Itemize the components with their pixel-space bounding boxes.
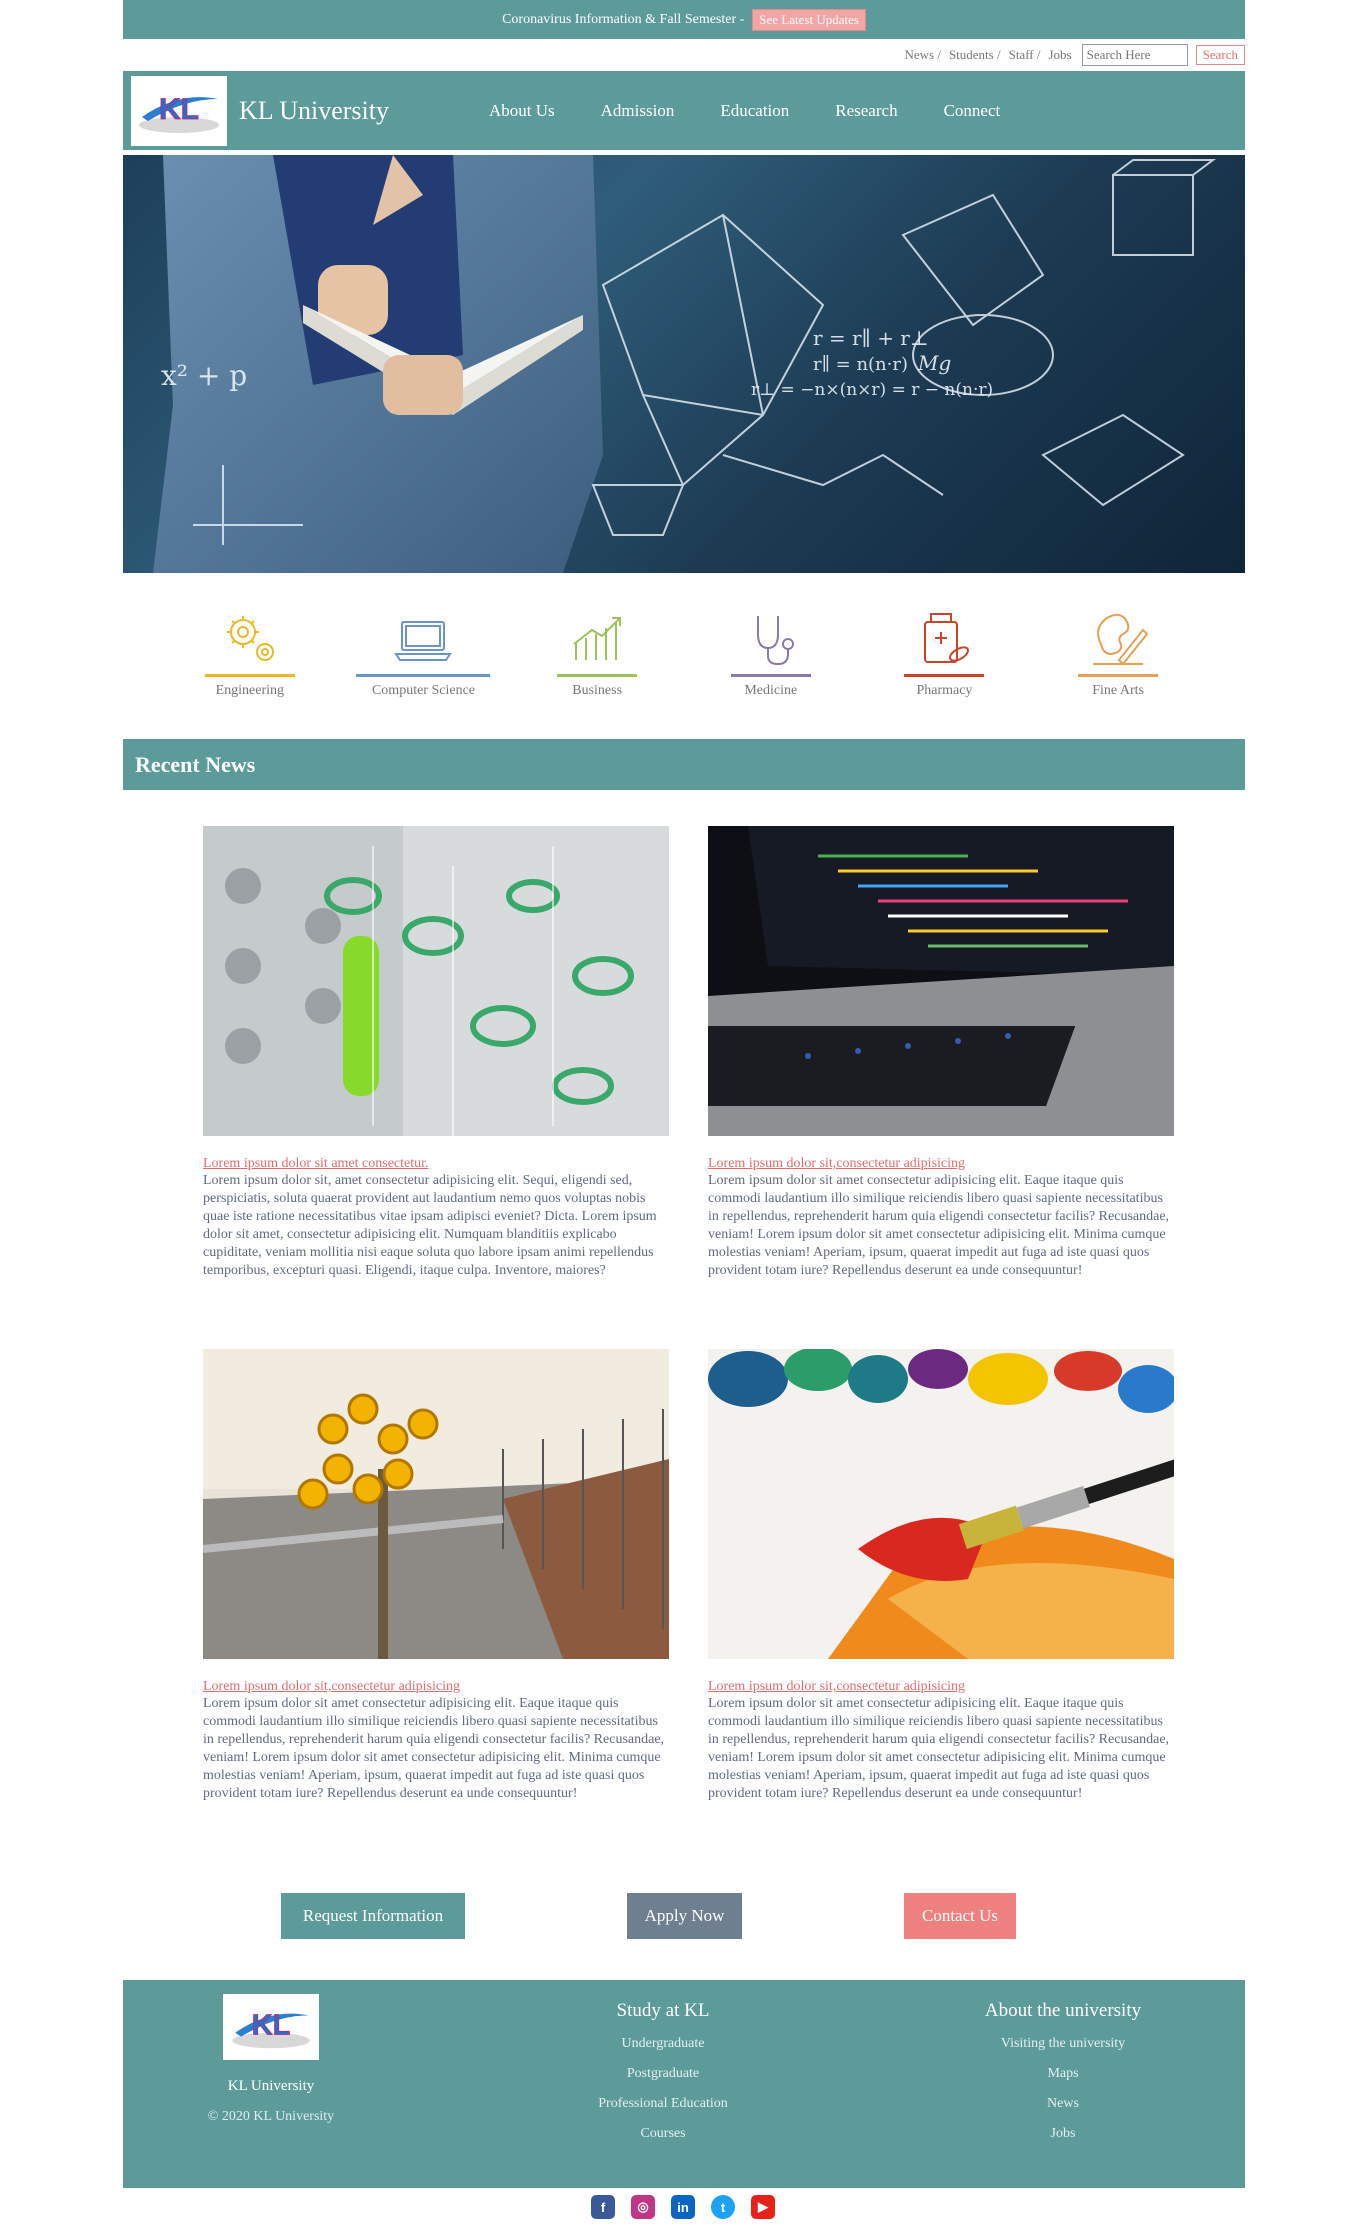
stethoscope-icon bbox=[756, 616, 794, 666]
footer-link-courses[interactable]: Courses bbox=[543, 2126, 783, 2142]
footer-brand-name: KL University bbox=[227, 2078, 315, 2094]
search-input[interactable] bbox=[1081, 44, 1188, 66]
category-underline bbox=[356, 674, 491, 677]
twitter-icon[interactable]: t bbox=[711, 2195, 735, 2219]
footer-link-postgraduate[interactable]: Postgraduate bbox=[543, 2066, 783, 2082]
news-body: Lorem ipsum dolor sit, amet consectetur … bbox=[203, 1173, 657, 1278]
palette-brush-icon bbox=[1093, 613, 1149, 666]
request-information-button[interactable]: Request Information bbox=[281, 1893, 465, 1939]
latest-updates-link[interactable]: See Latest Updates bbox=[752, 8, 866, 31]
category-label: Pharmacy bbox=[916, 683, 973, 698]
utility-bar: News / Students / Staff / Jobs Search bbox=[123, 40, 1245, 70]
contact-us-button[interactable]: Contact Us bbox=[904, 1893, 1016, 1939]
nav-research[interactable]: Research bbox=[835, 101, 897, 121]
social-links: f ◎ in t ▶ bbox=[0, 2195, 1366, 2219]
footer-copyright: © 2020 KL University bbox=[207, 2109, 335, 2124]
category-label: Medicine bbox=[744, 683, 798, 698]
news-body: Lorem ipsum dolor sit amet consectetur a… bbox=[708, 1696, 1170, 1801]
category-business[interactable]: Business bbox=[532, 608, 662, 718]
footer-link-maps[interactable]: Maps bbox=[943, 2066, 1183, 2082]
news-body: Lorem ipsum dolor sit amet consectetur a… bbox=[708, 1173, 1170, 1278]
linkedin-icon[interactable]: in bbox=[671, 2195, 695, 2219]
gears-icon bbox=[226, 616, 274, 661]
news-image-road-lights[interactable] bbox=[203, 1349, 669, 1659]
hero-image: r = r∥ + r⊥ r∥ = n(n·r) r⊥ = −n×(n×r) = … bbox=[153, 155, 1216, 573]
primary-nav: About Us Admission Education Research Co… bbox=[489, 101, 1000, 121]
footer-study-heading: Study at KL bbox=[616, 2000, 710, 2021]
utility-link-staff[interactable]: Staff / bbox=[1009, 47, 1041, 63]
facebook-icon[interactable]: f bbox=[591, 2195, 615, 2219]
hero-formula-1: r = r∥ + r⊥ bbox=[813, 326, 929, 350]
growth-chart-icon bbox=[573, 617, 622, 660]
footer-study-column: Study at KL Undergraduate Postgraduate P… bbox=[543, 2000, 783, 2156]
category-label: Engineering bbox=[215, 683, 285, 698]
utility-link-news[interactable]: News / bbox=[904, 47, 940, 63]
hero-formula-3: r⊥ = −n×(n×r) = r − n(n·r) bbox=[751, 380, 993, 400]
footer: KL KL University © 2020 KL University St… bbox=[123, 1980, 1245, 2188]
hero-banner: r = r∥ + r⊥ r∥ = n(n·r) r⊥ = −n×(n×r) = … bbox=[123, 155, 1245, 573]
nav-admission[interactable]: Admission bbox=[601, 101, 675, 121]
category-label: Fine Arts bbox=[1092, 683, 1144, 698]
laptop-icon bbox=[394, 621, 453, 661]
news-card: Lorem ipsum dolor sit,consectetur adipis… bbox=[708, 826, 1174, 1280]
brand-name[interactable]: KL University bbox=[239, 96, 489, 126]
news-title[interactable]: Lorem ipsum dolor sit,consectetur adipis… bbox=[708, 1679, 1174, 1695]
category-fine-arts[interactable]: Fine Arts bbox=[1053, 608, 1183, 718]
hero-formula-2: r∥ = n(n·r) bbox=[813, 354, 908, 375]
hero-formula-4: x² + p bbox=[161, 359, 247, 392]
footer-link-undergraduate[interactable]: Undergraduate bbox=[543, 2036, 783, 2052]
category-underline bbox=[1078, 674, 1159, 677]
news-body: Lorem ipsum dolor sit amet consectetur a… bbox=[203, 1696, 665, 1801]
category-underline bbox=[557, 674, 638, 677]
category-row: Engineering Computer Science Business Me… bbox=[123, 608, 1245, 718]
footer-link-jobs[interactable]: Jobs bbox=[943, 2126, 1183, 2142]
news-title[interactable]: Lorem ipsum dolor sit,consectetur adipis… bbox=[203, 1679, 669, 1695]
footer-brand: KL KL University © 2020 KL University bbox=[191, 1994, 351, 2125]
category-engineering[interactable]: Engineering bbox=[185, 608, 315, 718]
recent-news-heading: Recent News bbox=[123, 739, 1245, 790]
footer-link-professional-education[interactable]: Professional Education bbox=[543, 2096, 783, 2112]
youtube-icon[interactable]: ▶ bbox=[751, 2195, 775, 2219]
footer-link-visiting[interactable]: Visiting the university bbox=[943, 2036, 1183, 2052]
category-pharmacy[interactable]: Pharmacy bbox=[879, 608, 1009, 718]
medicine-bottle-icon bbox=[924, 613, 970, 663]
category-label: Computer Science bbox=[371, 683, 475, 698]
nav-about-us[interactable]: About Us bbox=[489, 101, 555, 121]
category-computer-science[interactable]: Computer Science bbox=[356, 608, 491, 718]
footer-logo[interactable]: KL bbox=[223, 1994, 319, 2060]
instagram-icon[interactable]: ◎ bbox=[631, 2195, 655, 2219]
category-underline bbox=[904, 674, 985, 677]
news-image-laptop-code[interactable] bbox=[708, 826, 1174, 1136]
category-label: Business bbox=[572, 683, 623, 698]
apply-now-button[interactable]: Apply Now bbox=[627, 1893, 742, 1939]
utility-link-jobs[interactable]: Jobs bbox=[1049, 47, 1072, 63]
search-button[interactable]: Search bbox=[1195, 45, 1245, 65]
news-image-paint-brushes[interactable] bbox=[708, 1349, 1174, 1659]
hero-formula-5: Mg bbox=[917, 351, 951, 375]
footer-about-heading: About the university bbox=[984, 2000, 1142, 2021]
footer-link-news[interactable]: News bbox=[943, 2096, 1183, 2112]
nav-education[interactable]: Education bbox=[720, 101, 789, 121]
footer-logo-text: KL bbox=[252, 2010, 291, 2042]
category-medicine[interactable]: Medicine bbox=[706, 608, 836, 718]
category-underline bbox=[730, 674, 811, 677]
news-title[interactable]: Lorem ipsum dolor sit,consectetur adipis… bbox=[708, 1156, 1174, 1172]
utility-link-students[interactable]: Students / bbox=[949, 47, 1001, 63]
news-title[interactable]: Lorem ipsum dolor sit amet consectetur. bbox=[203, 1156, 669, 1172]
news-card: Lorem ipsum dolor sit,consectetur adipis… bbox=[708, 1349, 1174, 1803]
main-navbar: KL KL University About Us Admission Educ… bbox=[123, 71, 1245, 150]
news-card: Lorem ipsum dolor sit amet consectetur. … bbox=[203, 826, 669, 1280]
nav-connect[interactable]: Connect bbox=[944, 101, 1001, 121]
news-card: Lorem ipsum dolor sit,consectetur adipis… bbox=[203, 1349, 669, 1803]
category-underline bbox=[204, 674, 295, 677]
logo-text: KL bbox=[159, 93, 199, 126]
logo[interactable]: KL bbox=[131, 75, 227, 146]
announcement-text: Coronavirus Information & Fall Semester … bbox=[502, 11, 745, 27]
announcement-bar: Coronavirus Information & Fall Semester … bbox=[123, 0, 1245, 39]
news-image-test-tubes[interactable] bbox=[203, 826, 669, 1136]
footer-about-column: About the university Visiting the univer… bbox=[943, 2000, 1183, 2156]
